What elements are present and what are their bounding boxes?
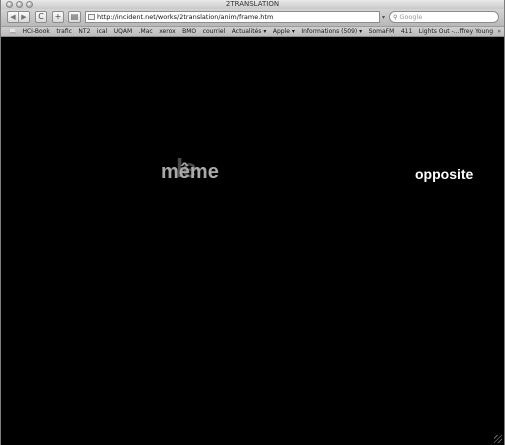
toolbar: ◀ ▶ C + ▤ http://incident.net/works/2tra… bbox=[1, 9, 504, 27]
page-content: le même opposite bbox=[1, 37, 504, 445]
address-bar[interactable]: http://incident.net/works/2translation/a… bbox=[85, 11, 380, 23]
bookmark-mac[interactable]: .Mac bbox=[139, 28, 153, 35]
favicon-icon bbox=[88, 14, 95, 20]
search-input[interactable] bbox=[399, 12, 490, 22]
right-word: opposite bbox=[415, 166, 474, 182]
bookmark-informations[interactable]: Informations (509) ▾ bbox=[301, 28, 362, 35]
back-forward-buttons: ◀ ▶ bbox=[7, 11, 30, 23]
bookmark-courriel[interactable]: courriel bbox=[203, 28, 226, 35]
window-title: 2TRANSLATION bbox=[225, 0, 280, 8]
print-button[interactable]: ▤ bbox=[68, 11, 81, 23]
add-bookmark-button[interactable]: + bbox=[52, 11, 64, 23]
browser-window: 2TRANSLATION ◀ ▶ C + ▤ http://incident.n… bbox=[0, 0, 505, 445]
search-icon[interactable]: ⚲ bbox=[393, 14, 397, 21]
reload-icon: C bbox=[38, 12, 44, 21]
reload-button[interactable]: C bbox=[35, 11, 47, 23]
title-bar: 2TRANSLATION bbox=[1, 0, 504, 9]
resize-grip[interactable] bbox=[494, 435, 502, 443]
bookmark-somafm[interactable]: SomaFM bbox=[369, 28, 395, 35]
bookmark-nt2[interactable]: NT2 bbox=[78, 28, 90, 35]
search-box[interactable]: ⚲ bbox=[389, 11, 499, 23]
forward-arrow-icon[interactable]: ▶ bbox=[19, 12, 29, 22]
bookmark-actualites[interactable]: Actualités ▾ bbox=[232, 28, 267, 35]
bookmark-apple[interactable]: Apple ▾ bbox=[273, 28, 295, 35]
printer-icon: ▤ bbox=[70, 12, 79, 21]
bookmarks-overflow-icon[interactable]: » bbox=[497, 27, 501, 36]
url-dropdown-icon[interactable]: ▾ bbox=[382, 14, 385, 21]
bookmarks-book-icon[interactable]: 📖 bbox=[9, 28, 16, 35]
bookmark-trafic[interactable]: trafic bbox=[56, 28, 72, 35]
back-arrow-icon[interactable]: ◀ bbox=[8, 12, 18, 22]
bookmark-ical[interactable]: ical bbox=[97, 28, 107, 35]
bookmark-xerox[interactable]: xerox bbox=[159, 28, 175, 35]
bookmark-411[interactable]: 411 bbox=[401, 28, 412, 35]
bookmarks-bar: 📖 HCI-Book trafic NT2 ical UQAM .Mac xer… bbox=[1, 27, 504, 37]
main-word: même bbox=[161, 161, 219, 183]
bookmark-hci-book[interactable]: HCI-Book bbox=[22, 28, 49, 35]
plus-icon: + bbox=[54, 12, 62, 21]
bookmark-lights-out[interactable]: Lights Out -...ffrey Young bbox=[419, 28, 493, 35]
url-text[interactable]: http://incident.net/works/2translation/a… bbox=[97, 13, 273, 21]
bookmark-bmo[interactable]: BMO bbox=[182, 28, 196, 35]
bookmark-uqam[interactable]: UQAM bbox=[114, 28, 132, 35]
